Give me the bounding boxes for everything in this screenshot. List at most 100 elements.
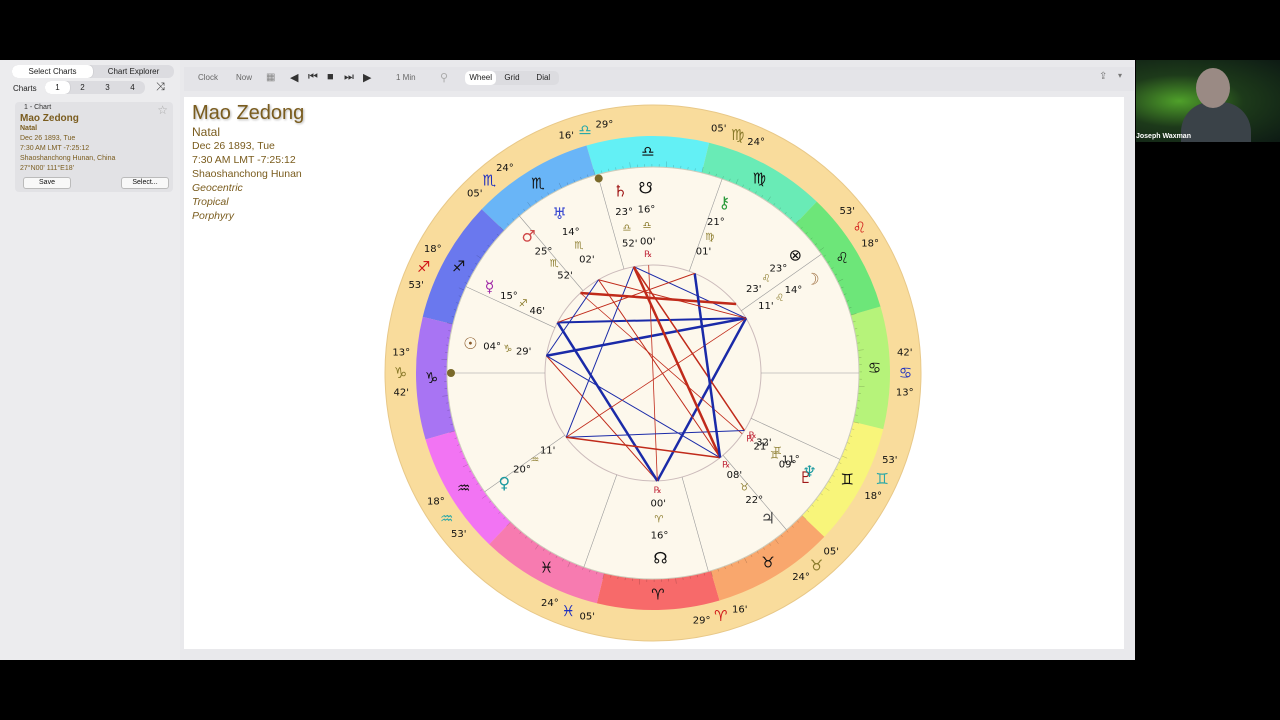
chart-card-title: 1 - Chart <box>24 104 52 111</box>
planet-minute: 23' <box>746 284 761 295</box>
shuffle-icon[interactable]: ⤨ <box>156 81 165 94</box>
planet-minute: 52' <box>557 270 572 281</box>
cusp-degree: 24° <box>792 572 810 583</box>
cusp-degree: 29° <box>693 615 711 626</box>
planet-sign-icon: ♌ <box>775 293 784 304</box>
cusp-sign-icon: ♎ <box>578 121 591 139</box>
cusp-degree: 13° <box>392 348 410 359</box>
retrograde-icon: ℞ <box>722 460 730 470</box>
planet-degree: 23° <box>770 263 788 274</box>
planet-sign-icon: ♏ <box>550 259 559 270</box>
play-icon[interactable]: ▶ <box>363 71 371 84</box>
view-mode-selector: Wheel Grid Dial <box>465 71 559 85</box>
video-tile: Joseph Waxman <box>1136 60 1280 142</box>
planet-icon-moon: ☽ <box>805 270 819 289</box>
step-back-icon[interactable]: ◀ <box>290 71 298 84</box>
natal-wheel[interactable]: ♈♉♊♋♌♍♎♏♐♑♒♓♑13°42'♒18°53'♓24°05' ♈29°16'… <box>184 97 1124 649</box>
select-button[interactable]: Select... <box>121 177 169 189</box>
save-button[interactable]: Save <box>23 177 71 189</box>
participant-name: Joseph Waxman <box>1136 133 1191 140</box>
planet-sign-icon: ♐ <box>519 299 528 310</box>
planet-sign-icon: ♎ <box>643 221 652 232</box>
star-icon[interactable]: ☆ <box>157 103 168 117</box>
cusp-sign-icon: ♋ <box>899 364 912 382</box>
sidebar-tabs: Select Charts Chart Explorer <box>12 65 174 78</box>
chart-slot-1[interactable]: 1 <box>45 81 70 94</box>
cusp-minute: 16' <box>732 605 747 616</box>
chart-slot-2[interactable]: 2 <box>70 81 95 94</box>
sign-glyph-capricorn: ♑ <box>425 369 438 387</box>
time-step-select[interactable]: 1 Min <box>396 73 416 82</box>
stop-icon[interactable]: ■ <box>327 71 334 83</box>
cusp-sign-icon: ♌ <box>853 218 866 236</box>
cusp-degree: 13° <box>896 387 914 398</box>
cusp-minute: 16' <box>558 130 573 141</box>
cusp-minute: 05' <box>467 189 482 200</box>
planet-degree: 20° <box>513 464 531 475</box>
cusp-minute: 42' <box>394 387 409 398</box>
planet-sign-icon: ♌ <box>762 274 771 285</box>
cusp-sign-icon: ♑ <box>394 364 407 382</box>
chart-card-place: Shaoshanchong Hunan, China <box>20 155 116 162</box>
chart-card-name: Mao Zedong <box>20 113 79 124</box>
pin-icon[interactable]: ▾ <box>1118 71 1122 80</box>
search-icon[interactable]: ⚲ <box>440 71 448 84</box>
planet-minute: 11' <box>758 301 773 312</box>
sidebar: Select Charts Chart Explorer Charts 1 2 … <box>0 60 180 660</box>
cusp-degree: 24° <box>747 137 765 148</box>
chart-card-time: 7:30 AM LMT -7:25:12 <box>20 145 90 152</box>
cusp-degree: 29° <box>596 120 614 131</box>
share-icon[interactable]: ⇪ <box>1099 71 1107 82</box>
view-wheel[interactable]: Wheel <box>465 71 497 85</box>
planet-icon-jupiter: ♃ <box>761 508 775 527</box>
planet-minute: 00' <box>651 498 666 509</box>
cusp-sign-icon: ♈ <box>714 607 727 625</box>
planet-minute: 29' <box>516 347 531 358</box>
planet-sign-icon: ♊ <box>773 446 782 457</box>
planet-icon-mars: ♂ <box>522 226 536 245</box>
mc-arrow <box>594 174 603 183</box>
cusp-minute: 53' <box>840 206 855 217</box>
cusp-minute: 05' <box>579 611 594 622</box>
skip-first-icon[interactable]: ⏮ <box>308 71 318 84</box>
planet-degree: 16° <box>651 530 669 541</box>
calendar-icon[interactable]: ▦ <box>266 72 275 83</box>
sign-glyph-aquarius: ♒ <box>457 479 470 497</box>
toolbar: Clock Now ▦ ◀ ⏮ ■ ⏭ ▶ 1 Min ⚲ Wheel Grid… <box>184 67 1134 91</box>
chart-slot-3[interactable]: 3 <box>95 81 120 94</box>
sign-glyph-taurus: ♉ <box>761 553 774 571</box>
chart-card-type: Natal <box>20 125 38 132</box>
tab-chart-explorer[interactable]: Chart Explorer <box>93 65 174 78</box>
chart-canvas: Mao Zedong Natal Dec 26 1893, Tue 7:30 A… <box>184 97 1124 649</box>
chart-slot-4[interactable]: 4 <box>120 81 145 94</box>
planet-icon-neptune: ♆ <box>802 462 816 481</box>
chart-card[interactable]: 1 - Chart ☆ Mao Zedong Natal Dec 26 1893… <box>15 102 173 192</box>
planet-sign-icon: ♑ <box>503 344 512 355</box>
cusp-degree: 24° <box>496 163 514 174</box>
now-button[interactable]: Now <box>236 73 252 82</box>
clock-button[interactable]: Clock <box>198 73 218 82</box>
planet-minute: 46' <box>529 306 544 317</box>
view-dial[interactable]: Dial <box>528 71 559 85</box>
planet-minute: 01' <box>696 247 711 258</box>
planet-icon-north-node: ☊ <box>653 548 667 567</box>
planet-degree: 16° <box>638 205 656 216</box>
planet-sign-icon: ♉ <box>740 483 749 494</box>
participant-body <box>1181 102 1251 142</box>
charts-label: Charts <box>13 84 37 93</box>
cusp-sign-icon: ♉ <box>810 556 823 574</box>
tab-select-charts[interactable]: Select Charts <box>12 65 93 78</box>
view-grid[interactable]: Grid <box>496 71 527 85</box>
skip-last-icon[interactable]: ⏭ <box>344 71 354 84</box>
cusp-minute: 05' <box>711 124 726 135</box>
planet-icon-venus: ♀ <box>498 474 510 493</box>
retrograde-icon: ℞ <box>644 250 652 260</box>
cusp-sign-icon: ♒ <box>440 510 453 528</box>
planet-sign-icon: ♏ <box>574 241 583 252</box>
sign-glyph-virgo: ♍ <box>753 170 766 188</box>
planet-sign-icon: ♒ <box>530 455 539 466</box>
planet-degree: 22° <box>745 495 763 506</box>
planet-minute: 32' <box>756 437 771 448</box>
planet-degree: 25° <box>535 247 553 258</box>
planet-degree: 04° <box>483 341 501 352</box>
